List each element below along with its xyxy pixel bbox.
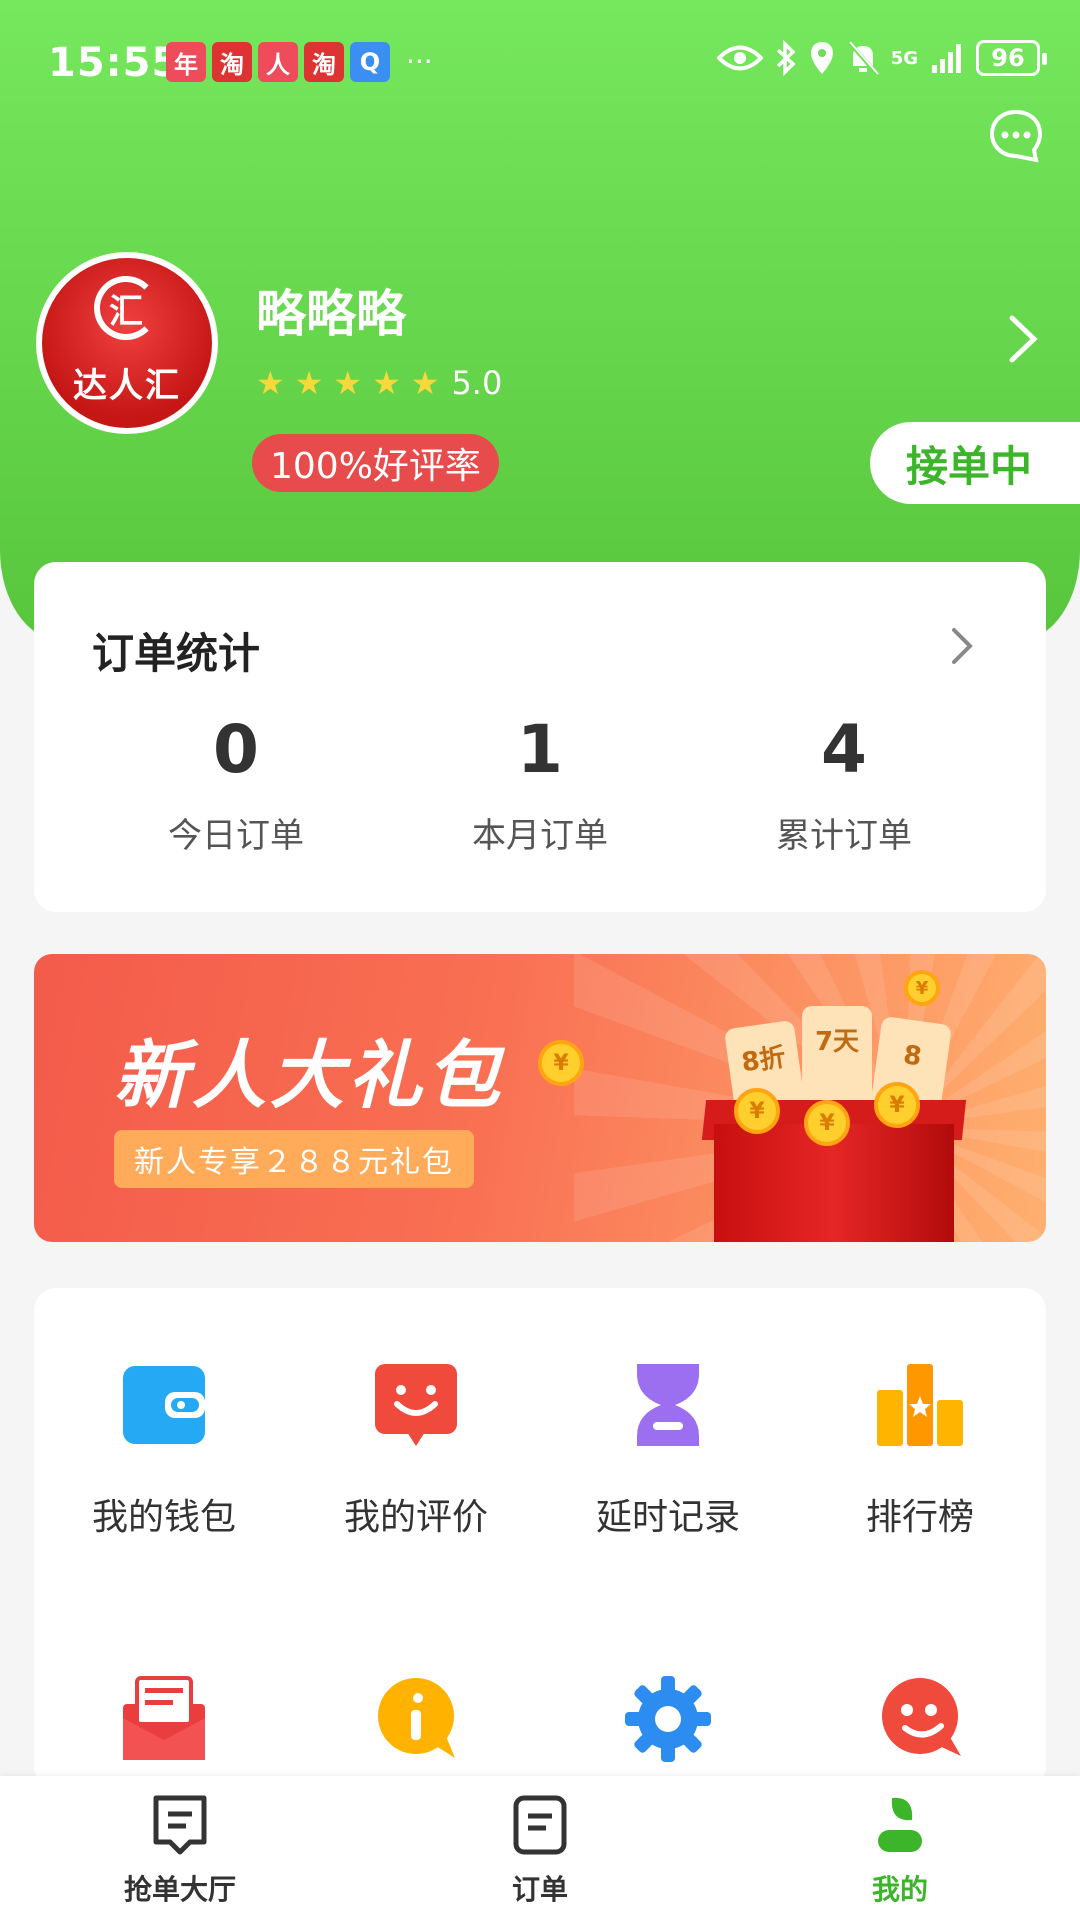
chevron-right-icon[interactable] <box>1006 312 1040 366</box>
tab-label: 抢单大厅 <box>123 1873 236 1906</box>
brand-logo: 汇 达人汇 <box>42 258 212 428</box>
coin-icon: ¥ <box>874 1082 920 1128</box>
tab-label: 我的 <box>871 1873 928 1906</box>
star-icon: ★ <box>256 364 285 402</box>
info-bubble-icon <box>378 1678 455 1758</box>
stat-month[interactable]: 1 本月订单 <box>390 710 690 857</box>
menu-item-customer-service[interactable] <box>810 1674 1030 1768</box>
stat-value: 4 <box>821 711 867 788</box>
order-stats-title: 订单统计 <box>92 629 261 678</box>
stat-today[interactable]: 0 今日订单 <box>86 710 386 857</box>
hourglass-icon <box>637 1364 699 1446</box>
envelope-icon <box>123 1676 205 1760</box>
stat-label: 累计订单 <box>776 816 912 856</box>
notification-icons: 年 淘 人 淘 Q ··· <box>166 42 433 82</box>
star-icon: ★ <box>294 364 324 402</box>
chat-face-icon <box>882 1678 961 1756</box>
menu-item-wallet[interactable]: 我的钱包 <box>54 1360 274 1540</box>
menu-item-delay-records[interactable]: 延时记录 <box>558 1360 778 1540</box>
coin-icon: ¥ <box>538 1040 584 1086</box>
menu-item-label: 我的评价 <box>343 1497 488 1538</box>
newcomer-gift-banner[interactable]: 新人大礼包 新人专享２８８元礼包 ¥ ¥ 8折 7天 8 ¥ ¥ ¥ <box>34 954 1046 1242</box>
gear-icon <box>625 1676 711 1762</box>
battery-icon: 96 <box>976 40 1047 76</box>
star-icon: ★ <box>410 364 440 402</box>
network-type-label: 5G <box>890 47 918 69</box>
smiley-chat-icon <box>375 1364 457 1446</box>
stat-value: 0 <box>213 711 259 788</box>
order-taking-status-toggle[interactable]: 接单中 <box>870 422 1080 504</box>
bottom-tab-bar: 抢单大厅 订单 我的 <box>0 1776 1080 1920</box>
feature-grid-card: 我的钱包 我的评价 延时记录 排行榜 <box>34 1288 1046 1788</box>
stat-total[interactable]: 4 累计订单 <box>694 710 994 857</box>
menu-item-leaderboard[interactable]: 排行榜 <box>810 1360 1030 1540</box>
order-hall-icon <box>153 1795 207 1855</box>
star-icon: ★ <box>333 364 363 402</box>
taobao-icon: 淘 <box>212 42 252 82</box>
nianhuo-icon: 年 <box>166 42 206 82</box>
order-stats-card: 订单统计 0 今日订单 1 本月订单 4 累计订单 <box>34 562 1046 912</box>
coin-icon: ¥ <box>904 970 940 1006</box>
signal-icon <box>932 44 961 73</box>
more-notifications-icon: ··· <box>406 45 433 78</box>
praise-rate-badge: 100%好评率 <box>252 434 499 492</box>
tab-order-hall[interactable]: 抢单大厅 <box>80 1794 280 1908</box>
tab-mine[interactable]: 我的 <box>800 1794 1000 1908</box>
menu-item-label: 排行榜 <box>865 1497 974 1538</box>
logo-mark: 汇 <box>94 276 158 340</box>
leaderboard-icon <box>877 1364 963 1446</box>
app-notification-icon: 人 <box>258 42 298 82</box>
orders-icon <box>513 1795 567 1855</box>
stat-label: 本月订单 <box>472 816 608 856</box>
taobao-icon: 淘 <box>304 42 344 82</box>
rating-value: 5.0 <box>451 364 503 402</box>
tab-label: 订单 <box>511 1873 568 1906</box>
wallet-icon <box>123 1366 205 1444</box>
logo-text: 达人汇 <box>73 366 181 406</box>
user-name: 略略略 <box>256 285 406 343</box>
location-icon <box>810 42 833 74</box>
banner-subtitle: 新人专享２８８元礼包 <box>114 1130 474 1188</box>
stat-label: 今日订单 <box>168 816 304 856</box>
eye-icon <box>716 45 763 71</box>
star-icon: ★ <box>372 364 401 402</box>
status-time: 15:55 <box>48 40 181 86</box>
menu-item-label: 我的钱包 <box>91 1497 236 1538</box>
menu-item-settings[interactable] <box>558 1674 778 1768</box>
status-bar: 15:55 年 淘 人 淘 Q ··· 5G 96 <box>0 30 1080 100</box>
tab-orders[interactable]: 订单 <box>440 1794 640 1908</box>
system-icons: 5G 96 <box>716 40 1047 76</box>
stat-value: 1 <box>517 711 563 788</box>
menu-item-label: 延时记录 <box>595 1497 740 1538</box>
avatar[interactable]: 汇 达人汇 <box>36 252 218 434</box>
bluetooth-icon <box>776 40 796 76</box>
banner-title: 新人大礼包 <box>114 1033 504 1119</box>
menu-item-messages[interactable] <box>54 1674 274 1768</box>
coin-icon: ¥ <box>734 1088 780 1134</box>
menu-item-reviews[interactable]: 我的评价 <box>306 1360 526 1540</box>
rating-stars: ★ ★ ★ ★ ★ 5.0 <box>256 364 502 402</box>
chevron-right-icon[interactable] <box>950 626 974 666</box>
person-icon <box>878 1797 922 1852</box>
app-notification-icon: Q <box>350 42 390 82</box>
coin-icon: ¥ <box>804 1100 850 1146</box>
message-icon[interactable] <box>988 108 1044 164</box>
mute-bell-icon <box>847 40 879 76</box>
menu-item-info[interactable] <box>306 1674 526 1768</box>
